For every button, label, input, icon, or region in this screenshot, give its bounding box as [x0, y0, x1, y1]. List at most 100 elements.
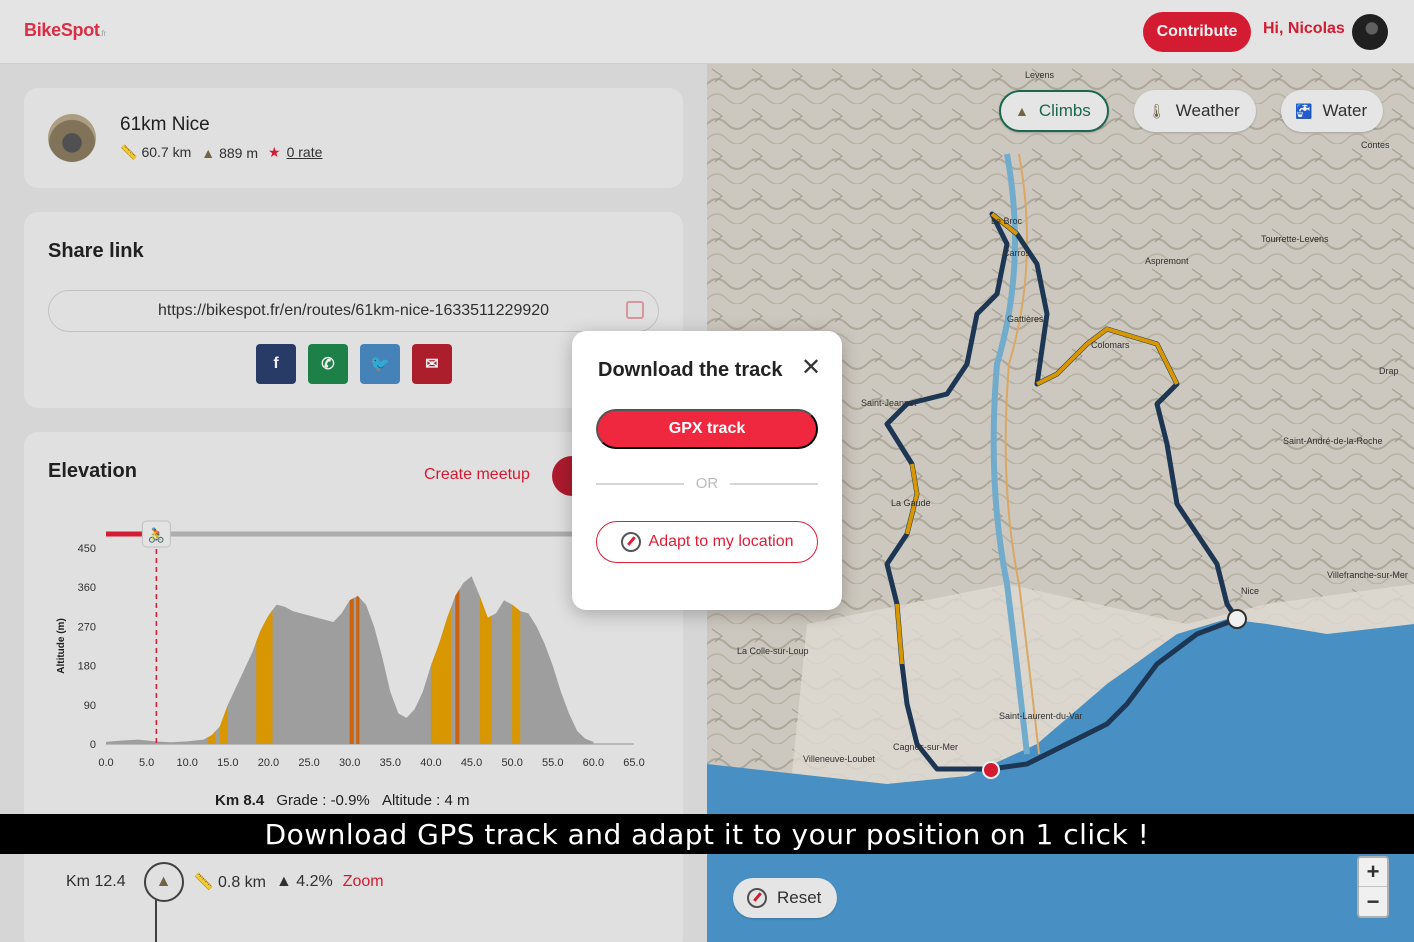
map-label-cagnes: Cagnes-sur-Mer [893, 742, 958, 752]
user-greeting[interactable]: Hi, Nicolas [1263, 20, 1345, 38]
create-meetup-link[interactable]: Create meetup [424, 466, 530, 484]
facebook-share-button[interactable]: f [256, 344, 296, 384]
elevation-readout: Km 8.4 Grade : -0.9% Altitude : 4 m [215, 792, 469, 809]
contribute-button[interactable]: Contribute [1143, 12, 1251, 52]
or-label: OR [695, 475, 719, 492]
thermometer-icon: 🌡 [1148, 102, 1166, 119]
climb-segment-8 [512, 604, 521, 744]
map-label-carros: Carros [1003, 248, 1031, 258]
map-label-drap: Drap [1379, 366, 1399, 376]
map-label-colomars: Colomars [1091, 340, 1130, 350]
y-tick-label: 360 [78, 582, 96, 594]
x-tick-label: 15.0 [217, 757, 238, 769]
climb-segment-1 [219, 704, 228, 744]
zoom-in-button[interactable]: + [1359, 858, 1387, 887]
climb-mountain-icon: ▲ [143, 862, 184, 902]
x-tick-label: 45.0 [461, 757, 482, 769]
route-thumbnail [48, 114, 96, 162]
bikespot-logo[interactable]: BikeSpot.fr [24, 20, 106, 41]
climb-length: 📏 0.8 km [193, 874, 266, 891]
download-track-modal: Download the track ✕ GPX track OR Adapt … [572, 331, 842, 610]
weather-toggle-button[interactable]: 🌡 Weather [1134, 90, 1256, 132]
climb-timeline [155, 900, 157, 942]
whatsapp-share-button[interactable]: ✆ [308, 344, 348, 384]
zoom-out-button[interactable]: − [1359, 887, 1387, 916]
logo-text: BikeSpot [24, 20, 100, 40]
weather-label: Weather [1175, 101, 1240, 120]
y-tick-label: 450 [78, 543, 96, 555]
twitter-icon: 🐦 [370, 356, 390, 373]
distance-value: 60.7 km [141, 144, 192, 160]
water-toggle-button[interactable]: 🚰 Water [1281, 90, 1384, 132]
route-title: 61km Nice [120, 114, 210, 135]
copy-icon[interactable] [626, 301, 644, 319]
mountain-icon: ▲ [201, 144, 216, 161]
climb-zoom-link[interactable]: Zoom [343, 873, 384, 891]
x-tick-label: 25.0 [298, 757, 319, 769]
map-label-villeneuve: Villeneuve-Loubet [803, 754, 875, 764]
x-tick-label: 0.0 [98, 757, 113, 769]
adapt-to-location-button[interactable]: Adapt to my location [596, 521, 818, 563]
caption-banner: Download GPS track and adapt it to your … [0, 814, 1414, 854]
elevation-chart[interactable]: 0 90 180 270 360 450 0.0 5.0 10.0 15.0 20.0 25.0 30.… [48, 520, 658, 780]
share-title: Share link [48, 240, 144, 262]
climb-length-value: 0.8 km [217, 874, 266, 891]
close-icon[interactable]: ✕ [800, 356, 822, 380]
map-zoom-control: + − [1357, 856, 1389, 918]
map-label-saint-laurent: Saint-Laurent-du-Var [999, 711, 1082, 721]
map-label-aspremont: Aspremont [1145, 256, 1189, 266]
adapt-label: Adapt to my location [648, 533, 794, 550]
x-tick-label: 50.0 [501, 757, 522, 769]
elevation-title: Elevation [48, 460, 137, 482]
x-tick-label: 20.0 [258, 757, 279, 769]
share-url-field[interactable]: https://bikespot.fr/en/routes/61km-nice-… [48, 290, 659, 332]
reset-label: Reset [777, 888, 822, 907]
route-summary-card: 61km Nice 📏 60.7 km ▲ 889 m ★ 0 rate [24, 88, 683, 188]
map-label-villefranche: Villefranche-sur-Mer [1327, 570, 1408, 580]
star-icon: ★ [268, 144, 281, 160]
map-label-le-broc: Le Broc [991, 216, 1023, 226]
climb-segment-7 [479, 595, 492, 744]
email-share-button[interactable]: ✉ [412, 344, 452, 384]
y-tick-label: 0 [90, 739, 96, 751]
water-tap-icon: 🚰 [1295, 102, 1313, 119]
distance-stat: 📏 60.7 km [120, 144, 191, 161]
readout-altitude: Altitude : 4 m [381, 792, 470, 809]
climb-segment-3 [349, 598, 354, 744]
rating-stat: ★ 0 rate [268, 144, 322, 161]
reset-map-button[interactable]: Reset [733, 878, 838, 918]
y-tick-label: 90 [84, 700, 96, 712]
or-divider: OR [596, 475, 818, 492]
map-label-saint-jeannet: Saint-Jeannet [861, 398, 917, 408]
climbs-toggle-button[interactable]: ▲ Climbs [999, 90, 1109, 132]
x-tick-label: 35.0 [380, 757, 401, 769]
climbs-label: Climbs [1038, 101, 1091, 120]
elevation-value: 889 m [219, 144, 259, 161]
readout-grade: Grade : -0.9% [276, 792, 370, 809]
cyclist-icon: 🚴 [148, 527, 165, 544]
rate-link[interactable]: 0 rate [287, 144, 323, 160]
user-avatar[interactable] [1352, 14, 1388, 50]
route-stats: 📏 60.7 km ▲ 889 m ★ 0 rate [120, 144, 322, 161]
climb-segment-2 [256, 610, 273, 744]
gpx-track-button[interactable]: GPX track [596, 409, 818, 449]
map-label-contes: Contes [1361, 140, 1390, 150]
x-tick-label: 5.0 [139, 757, 154, 769]
elevation-stat: ▲ 889 m [201, 145, 258, 161]
map-label-levens: Levens [1025, 70, 1055, 80]
whatsapp-icon: ✆ [321, 356, 335, 373]
climb-km: Km 12.4 [66, 873, 126, 890]
top-header: BikeSpot.fr Contribute Hi, Nicolas [0, 0, 1414, 64]
mountain-icon: ▲ [1015, 103, 1029, 119]
climb-segment-6 [455, 589, 460, 744]
start-marker[interactable] [982, 761, 1000, 779]
readout-km: Km 8.4 [215, 792, 265, 809]
finish-flag-icon[interactable] [1227, 609, 1247, 629]
logo-suffix: .fr [99, 29, 107, 38]
x-tick-label: 30.0 [339, 757, 360, 769]
modal-title: Download the track [598, 359, 783, 381]
map-label-la-gaude: La Gaude [891, 498, 931, 508]
map-label-tourrette: Tourrette-Levens [1261, 234, 1329, 244]
twitter-share-button[interactable]: 🐦 [360, 344, 400, 384]
compass-icon [620, 532, 641, 552]
